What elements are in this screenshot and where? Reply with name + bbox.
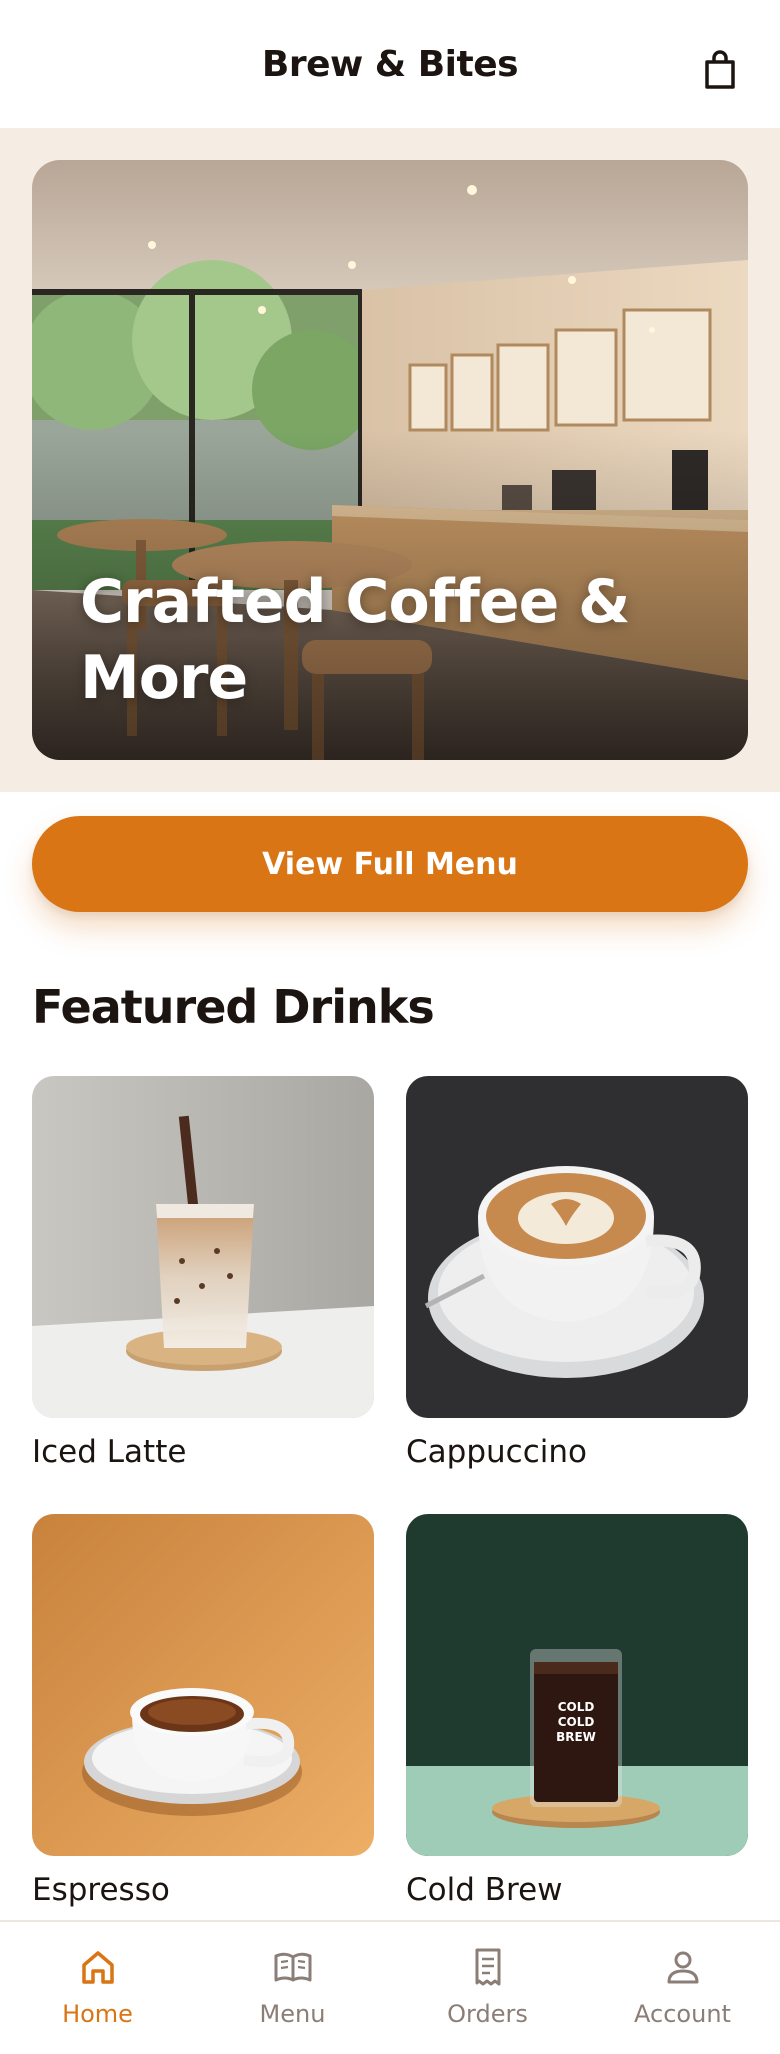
section-title: Featured Drinks bbox=[32, 980, 435, 1034]
cup-label-line: COLD bbox=[557, 1715, 595, 1729]
tab-label: Home bbox=[62, 2000, 133, 2028]
drink-card-iced-latte[interactable]: Iced Latte bbox=[32, 1076, 374, 1470]
tab-label: Account bbox=[634, 2000, 731, 2028]
home-icon bbox=[81, 1951, 114, 1984]
hero-banner[interactable]: Crafted Coffee & More bbox=[32, 160, 748, 760]
drink-card-cappuccino[interactable]: Cappuccino bbox=[406, 1076, 748, 1470]
tab-orders[interactable]: Orders bbox=[390, 1922, 585, 2054]
drink-card-espresso[interactable]: Espresso bbox=[32, 1514, 374, 1908]
person-icon bbox=[667, 1951, 698, 1984]
hero-title: Crafted Coffee & More bbox=[80, 567, 631, 713]
bottom-tab-bar: Home Menu Orders Account bbox=[0, 1920, 780, 2054]
tab-home[interactable]: Home bbox=[0, 1922, 195, 2054]
app-header: Brew & Bites bbox=[0, 0, 780, 128]
cold-brew-image: COLD COLD BREW bbox=[406, 1514, 748, 1856]
shopping-bag-icon bbox=[705, 50, 735, 89]
tab-account[interactable]: Account bbox=[585, 1922, 780, 2054]
hero-section: Crafted Coffee & More bbox=[0, 128, 780, 792]
drink-name: Iced Latte bbox=[32, 1434, 187, 1470]
drink-name: Cappuccino bbox=[406, 1434, 587, 1470]
drink-name: Espresso bbox=[32, 1872, 170, 1908]
cup-label-line: COLD bbox=[557, 1700, 595, 1714]
iced-latte-image bbox=[32, 1076, 374, 1418]
cold-brew-cup-label: COLD COLD BREW bbox=[544, 1700, 608, 1745]
espresso-image bbox=[32, 1514, 374, 1856]
tab-label: Orders bbox=[447, 2000, 528, 2028]
drink-name: Cold Brew bbox=[406, 1872, 563, 1908]
tab-label: Menu bbox=[259, 2000, 326, 2028]
view-full-menu-button[interactable]: View Full Menu bbox=[32, 816, 748, 912]
cappuccino-image bbox=[406, 1076, 748, 1418]
cart-button[interactable] bbox=[700, 48, 740, 92]
drink-card-cold-brew[interactable]: COLD COLD BREW Cold Brew bbox=[406, 1514, 748, 1908]
book-icon bbox=[274, 1952, 311, 1982]
app-title: Brew & Bites bbox=[261, 43, 519, 85]
tab-menu[interactable]: Menu bbox=[195, 1922, 390, 2054]
cup-label-line: BREW bbox=[556, 1730, 596, 1744]
receipt-icon bbox=[475, 1948, 500, 1986]
